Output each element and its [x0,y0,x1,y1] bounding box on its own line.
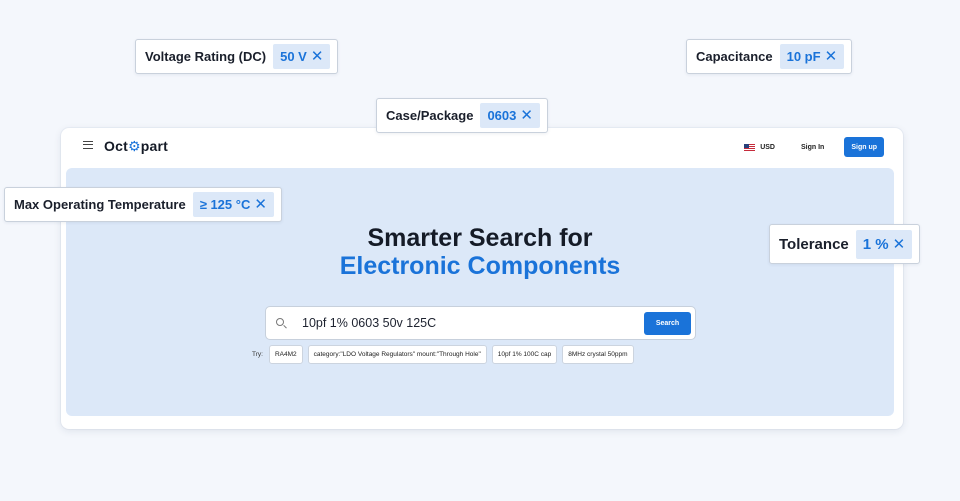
filter-value-chip[interactable]: 0603 ✕ [480,103,540,128]
search-button[interactable]: Search [644,312,691,335]
filter-name: Capacitance [696,49,773,64]
gear-icon: ⚙ [127,138,141,154]
filter-value: 10 pF [786,49,821,64]
suggestion-chip[interactable]: 10pf 1% 100C cap [491,345,558,364]
nav-actions: USD Sign In Sign up [744,137,884,157]
search-bar[interactable]: 10pf 1% 0603 50v 125C Search [265,306,696,340]
filter-value-chip[interactable]: 10 pF ✕ [779,44,845,69]
filter-value-chip[interactable]: ≥ 125 °C ✕ [192,192,274,217]
suggestion-chip[interactable]: RA4M2 [268,345,303,364]
filter-name: Tolerance [779,235,849,253]
close-icon[interactable]: ✕ [254,197,267,212]
logo-text-suffix: part [140,138,168,154]
filter-name: Voltage Rating (DC) [145,49,267,64]
filter-voltage-rating: Voltage Rating (DC) 50 V ✕ [135,39,339,74]
search-icon [276,318,284,326]
close-icon[interactable]: ✕ [520,108,533,123]
suggestion-chip[interactable]: 8MHz crystal 50ppm [562,345,634,364]
close-icon[interactable]: ✕ [893,237,906,252]
filter-value-chip[interactable]: 50 V ✕ [273,44,331,69]
suggestion-chip[interactable]: category:"LDO Voltage Regulators" mount:… [307,345,487,364]
filter-max-operating-temperature: Max Operating Temperature ≥ 125 °C ✕ [4,187,282,222]
logo[interactable]: Oct⚙part [104,138,168,155]
filter-value: 1 % [862,235,889,253]
filter-value-chip[interactable]: 1 % ✕ [855,229,913,259]
close-icon[interactable]: ✕ [825,49,838,64]
logo-text-prefix: Oct [104,138,128,154]
sign-up-button[interactable]: Sign up [844,137,884,157]
filter-name: Case/Package [386,108,474,123]
sign-in-link[interactable]: Sign In [801,144,824,151]
try-label: Try: [252,351,263,358]
filter-case-package: Case/Package 0603 ✕ [376,98,548,133]
filter-tolerance: Tolerance 1 % ✕ [769,224,921,264]
try-suggestions: Try: RA4M2 category:"LDO Voltage Regulat… [252,345,634,364]
filter-value: ≥ 125 °C [199,197,251,212]
filter-capacitance: Capacitance 10 pF ✕ [686,39,853,74]
hamburger-icon[interactable] [83,141,93,149]
close-icon[interactable]: ✕ [311,49,324,64]
us-flag-icon [744,143,756,151]
filter-name: Max Operating Temperature [14,197,186,212]
search-input[interactable]: 10pf 1% 0603 50v 125C [302,316,436,330]
app-card: Oct⚙part USD Sign In Sign up Smarter Sea… [61,128,903,429]
currency-selector[interactable]: USD [760,144,775,151]
filter-value: 0603 [487,108,517,123]
top-nav: Oct⚙part USD Sign In Sign up [61,128,903,168]
filter-value: 50 V [280,49,307,64]
